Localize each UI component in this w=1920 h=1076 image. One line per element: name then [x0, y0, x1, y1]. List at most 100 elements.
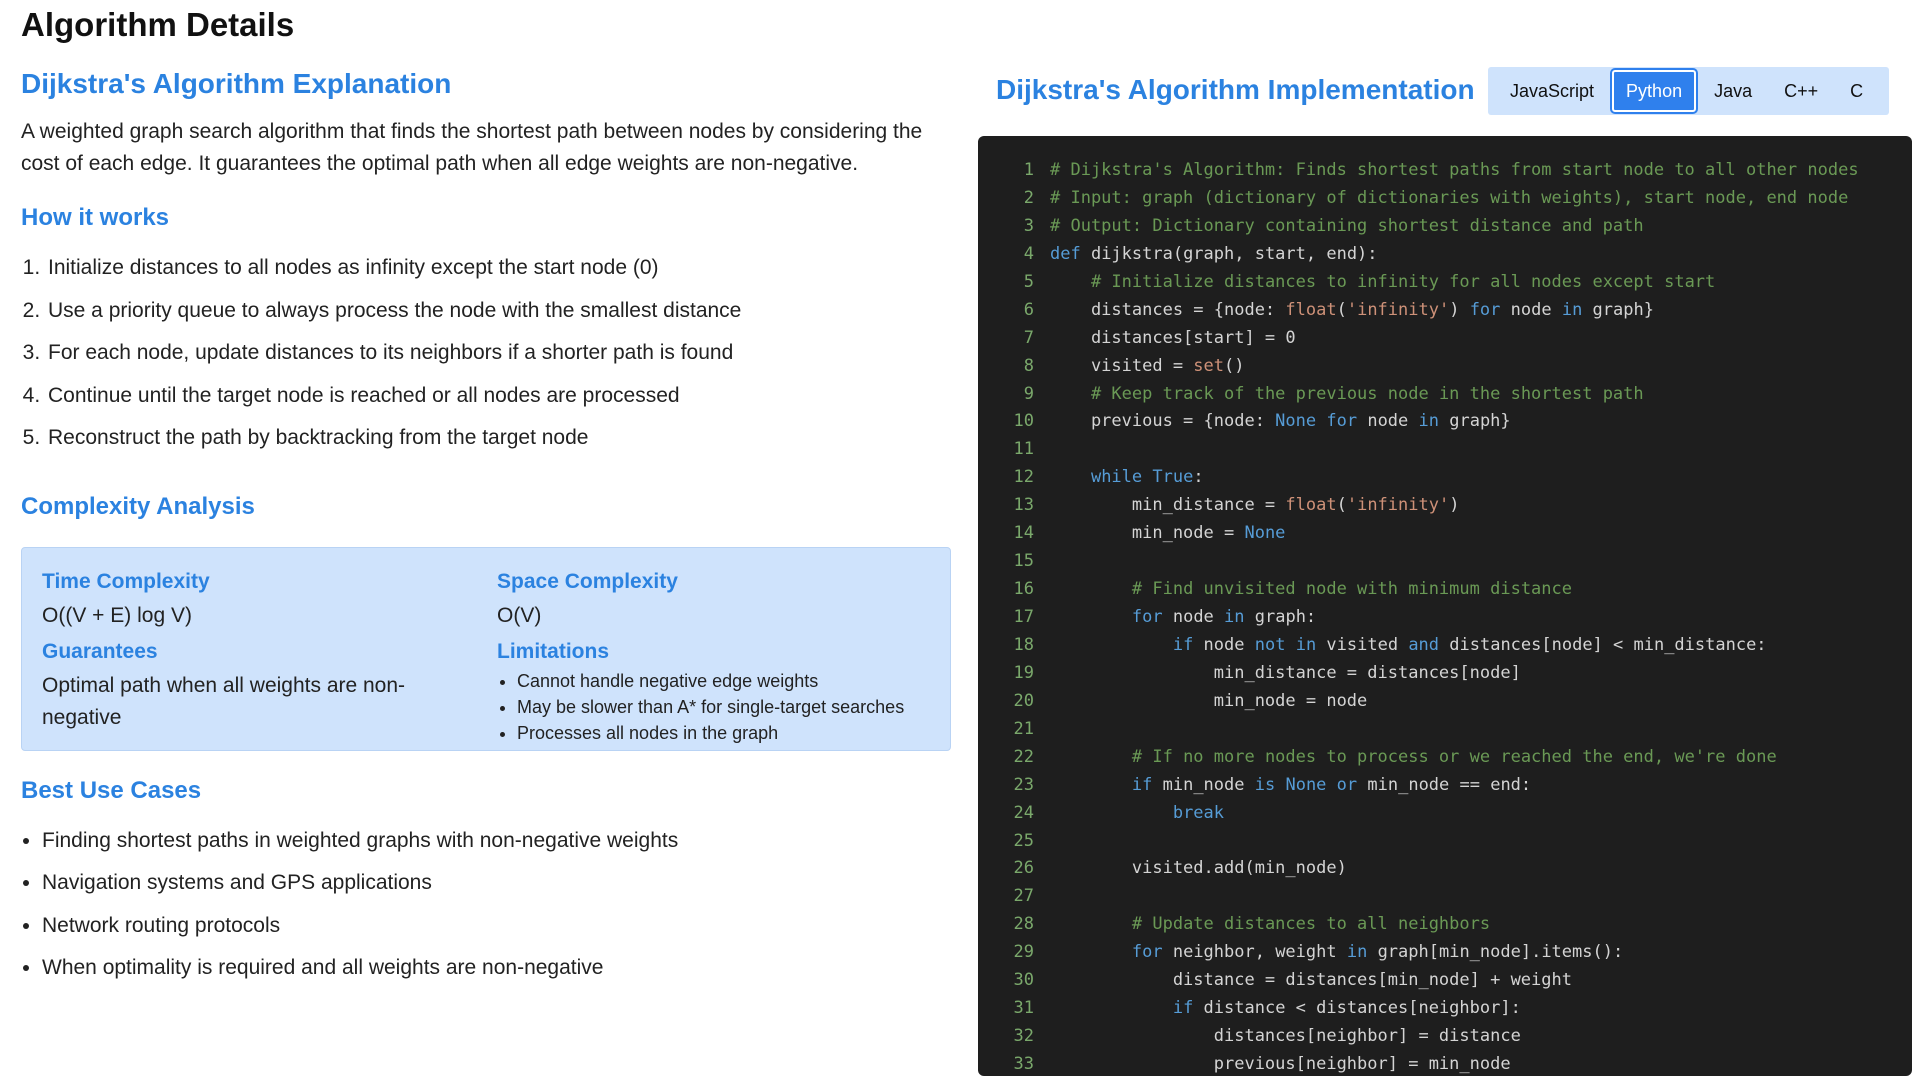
tab-cpp[interactable]: C++	[1770, 70, 1832, 112]
code-text: # Find unvisited node with minimum dista…	[1131, 579, 1572, 600]
time-complexity-value: O((V + E) log V)	[42, 603, 192, 627]
line-number: 6	[1023, 299, 1034, 320]
code-text: if min_node is None or min_node == end:	[1131, 774, 1532, 795]
implementation-title: Dijkstra's Algorithm Implementation	[996, 74, 1475, 105]
code-line: 9 # Keep track of the previous node in t…	[978, 381, 1912, 409]
code-text: # Keep track of the previous node in the…	[1090, 383, 1644, 404]
line-number: 8	[1023, 355, 1034, 376]
code-text: for neighbor, weight in graph[min_node].…	[1131, 942, 1624, 963]
code-text: # Input: graph (dictionary of dictionari…	[1050, 187, 1849, 208]
tab-python[interactable]: Python	[1612, 70, 1697, 112]
line-number: 22	[1013, 746, 1034, 767]
code-text: previous = {node: None for node in graph…	[1050, 411, 1511, 432]
tab-c[interactable]: C	[1836, 70, 1877, 112]
code-line: 22 # If no more nodes to process or we r…	[978, 744, 1912, 772]
guarantees: Guarantees Optimal path when all weights…	[42, 640, 497, 746]
line-number: 30	[1013, 970, 1034, 991]
code-line: 2 # Input: graph (dictionary of dictionar…	[978, 185, 1912, 213]
code-line: 18 if node not in visited and distances[…	[978, 632, 1912, 660]
line-number: 10	[1013, 411, 1034, 432]
line-number: 14	[1013, 523, 1034, 544]
line-number: 17	[1013, 607, 1034, 627]
code-line: 12 while True:	[978, 464, 1912, 492]
line-number: 21	[1013, 718, 1034, 739]
line-number: 19	[1013, 662, 1034, 683]
code-line: 29 for neighbor, weight in graph[min_nod…	[978, 939, 1912, 967]
code-line: 21	[978, 716, 1912, 744]
best-use-cases-heading: Best Use Cases	[21, 776, 202, 804]
code-line: 26 visited.add(min_node)	[978, 855, 1912, 883]
limitations-label: Limitations	[497, 639, 610, 663]
code-line: 23 if min_node is None or min_node == en…	[978, 772, 1912, 800]
code-line: 28 # Update distances to all neighbors	[978, 911, 1912, 939]
code-line: 1 # Dijkstra's Algorithm: Finds shortest …	[978, 157, 1912, 185]
code-line: 17 for node in graph:	[978, 604, 1912, 632]
steps-list: Initialize distances to all nodes as inf…	[21, 252, 951, 465]
line-number: 23	[1013, 774, 1034, 795]
code-line: 20 min_node = node	[978, 688, 1912, 716]
step-item: Use a priority queue to always process t…	[46, 295, 951, 338]
code-block: 1 # Dijkstra's Algorithm: Finds shortest …	[978, 157, 1912, 1076]
code-text: # Update distances to all neighbors	[1131, 914, 1491, 935]
line-number: 27	[1013, 886, 1034, 907]
code-line: 11	[978, 436, 1912, 464]
space-complexity-value: O(V)	[497, 603, 542, 627]
code-text: visited.add(min_node)	[1050, 858, 1347, 879]
line-number: 26	[1013, 858, 1034, 879]
limitations-list: Cannot handle negative edge weights May …	[497, 668, 930, 746]
code-line: 31 if distance < distances[neighbor]:	[978, 995, 1912, 1023]
code-line: 15	[978, 548, 1912, 576]
tab-java[interactable]: Java	[1700, 70, 1766, 112]
line-number: 2	[1023, 187, 1034, 208]
line-number: 13	[1013, 495, 1034, 516]
language-tabs: JavaScript Python Java C++ C	[1488, 67, 1889, 115]
page-title: Algorithm Details	[21, 6, 295, 43]
line-number: 29	[1013, 942, 1034, 963]
line-number: 11	[1013, 439, 1034, 460]
code-panel[interactable]: 1 # Dijkstra's Algorithm: Finds shortest …	[978, 136, 1912, 1076]
use-case-item: When optimality is required and all weig…	[42, 952, 951, 995]
tab-javascript[interactable]: JavaScript	[1496, 70, 1608, 112]
line-number: 12	[1013, 467, 1034, 488]
code-line: 7 distances[start] = 0	[978, 325, 1912, 353]
line-number: 33	[1013, 1054, 1034, 1074]
time-complexity: Time Complexity O((V + E) log V)	[42, 570, 497, 632]
code-line: 32 distances[neighbor] = distance	[978, 1023, 1912, 1051]
algorithm-description: A weighted graph search algorithm that f…	[21, 120, 923, 175]
step-item: For each node, update distances to its n…	[46, 337, 951, 380]
guarantees-label: Guarantees	[42, 639, 158, 663]
code-text: # Initialize distances to infinity for a…	[1090, 271, 1716, 292]
code-text: for node in graph:	[1131, 607, 1317, 627]
use-case-item: Finding shortest paths in weighted graph…	[42, 825, 951, 868]
guarantees-value: Optimal path when all weights are non-ne…	[42, 673, 406, 729]
limitation-item: May be slower than A* for single-target …	[517, 694, 930, 720]
space-complexity: Space Complexity O(V)	[497, 570, 930, 632]
line-number: 16	[1013, 579, 1034, 600]
code-line: 10 previous = {node: None for node in gr…	[978, 408, 1912, 436]
limitations: Limitations Cannot handle negative edge …	[497, 640, 930, 746]
code-text: min_distance = distances[node]	[1050, 662, 1521, 683]
code-line: 33 previous[neighbor] = min_node	[978, 1051, 1912, 1076]
code-text: # If no more nodes to process or we reac…	[1131, 746, 1777, 767]
use-case-item: Navigation systems and GPS applications	[42, 867, 951, 910]
code-line: 6 distances = {node: float('infinity') f…	[978, 297, 1912, 325]
code-line: 14 min_node = None	[978, 520, 1912, 548]
code-text: # Dijkstra's Algorithm: Finds shortest p…	[1050, 160, 1859, 180]
line-number: 15	[1013, 551, 1034, 572]
code-text: while True:	[1090, 467, 1204, 488]
code-line: 4 def dijkstra(graph, start, end):	[978, 241, 1912, 269]
implementation-header: Dijkstra's Algorithm Implementation Java…	[996, 60, 1891, 115]
code-line: 3 # Output: Dictionary containing shortes…	[978, 213, 1912, 241]
code-line: 30 distance = distances[min_node] + weig…	[978, 967, 1912, 995]
line-number: 3	[1023, 215, 1034, 236]
code-text: previous[neighbor] = min_node	[1050, 1054, 1511, 1074]
code-text: min_node = None	[1050, 523, 1286, 544]
explanation-title: Dijkstra's Algorithm Explanation	[21, 68, 452, 99]
use-cases-list: Finding shortest paths in weighted graph…	[21, 825, 951, 995]
complexity-box: Time Complexity O((V + E) log V) Space C…	[21, 546, 951, 751]
line-number: 4	[1023, 243, 1034, 264]
